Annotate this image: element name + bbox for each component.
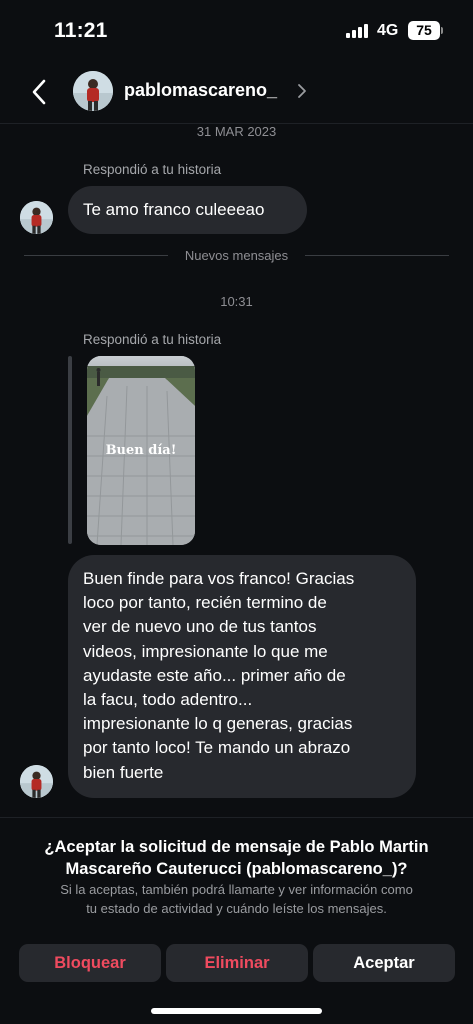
request-title: ¿Aceptar la solicitud de mensaje de Pabl… (20, 836, 453, 880)
message-line: impresionante lo q generas, gracias (83, 714, 353, 734)
chevron-right-icon[interactable] (296, 82, 308, 100)
accept-button[interactable]: Aceptar (313, 944, 455, 982)
username[interactable]: pablomascareno_ (124, 80, 277, 101)
message-line: ayudaste este año... primer año de (83, 665, 346, 685)
divider-line (305, 255, 449, 256)
message-bubble[interactable]: Te amo franco culeeeao (68, 186, 307, 234)
message-line: por tanto loco! Te mando un abrazo (83, 738, 351, 758)
battery-icon: 75 (408, 21, 440, 40)
message-bubble[interactable]: Buen finde para vos franco! Gracias loco… (68, 555, 416, 798)
date-separator: 31 MAR 2023 (196, 124, 277, 139)
story-thumbnail[interactable]: Buen día! (87, 356, 195, 545)
story-reply-label: Respondió a tu historia (83, 162, 222, 177)
signal-icon (346, 24, 370, 38)
message-line: la facu, todo adentro... (83, 690, 253, 710)
status-bar: 11:21 4G 75 (0, 0, 473, 60)
story-reply-label: Respondió a tu historia (83, 332, 222, 347)
message-line: bien fuerte (83, 762, 164, 782)
back-button[interactable] (24, 76, 54, 108)
message-line: Buen finde para vos franco! Gracias (83, 569, 355, 588)
message-line: ver de nuevo uno de tus tantos (83, 617, 317, 637)
delete-button[interactable]: Eliminar (166, 944, 308, 982)
request-desc-line: tu estado de actividad y cuándo leíste l… (86, 900, 387, 916)
avatar[interactable] (73, 71, 113, 111)
chat-header: pablomascareno_ (0, 60, 473, 124)
avatar[interactable] (20, 201, 53, 234)
message-line: videos, impresionante lo que me (83, 641, 328, 661)
request-title-line: Mascareño Cauterucci (pablomascareno_)? (65, 860, 408, 878)
network-label: 4G (377, 22, 399, 39)
block-button[interactable]: Bloquear (19, 944, 161, 982)
time-separator: 10:31 (220, 294, 253, 309)
status-time: 11:21 (54, 19, 108, 42)
home-indicator[interactable] (151, 1008, 322, 1014)
request-description: Si la aceptas, también podrá llamarte y … (20, 881, 453, 918)
request-title-line: ¿Aceptar la solicitud de mensaje de Pabl… (44, 838, 429, 856)
message-line: loco por tanto, recién termino de (83, 593, 327, 613)
battery-tip (441, 27, 443, 34)
avatar[interactable] (20, 765, 53, 798)
back-arrow-icon (32, 79, 46, 105)
request-desc-line: Si la aceptas, también podrá llamarte y … (60, 882, 413, 897)
reply-quote-bar (68, 356, 72, 544)
dm-screen: 11:21 4G 75 pablomascareno_ 31 MAR 2023 … (0, 0, 473, 1024)
story-caption: Buen día! (105, 443, 177, 458)
divider (0, 817, 473, 818)
